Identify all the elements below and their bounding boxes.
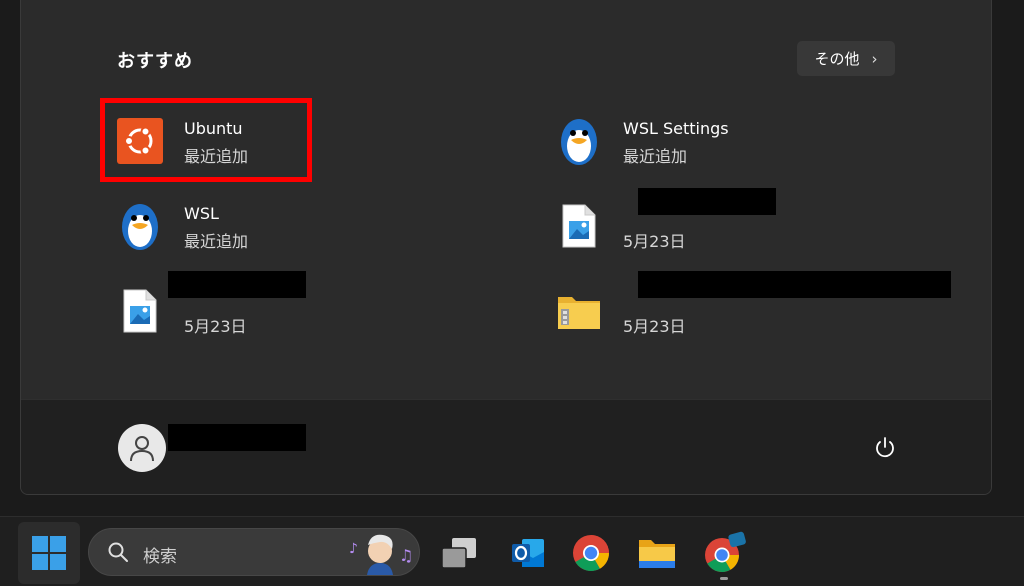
recommended-item-wsl-settings[interactable]: WSL Settings 最近追加 (538, 101, 958, 181)
recommended-item-wsl[interactable]: WSL 最近追加 (99, 186, 519, 266)
outlook-icon[interactable] (500, 525, 556, 581)
recommended-section: おすすめ その他 › Ubuntu 最近追加 WSL Settings 最近追加… (21, 0, 991, 399)
search-placeholder: 検索 (143, 547, 177, 567)
search-highlight-illustration-icon: ♪ ♫ (347, 531, 417, 575)
task-view-icon[interactable] (431, 525, 487, 581)
windows-start-icon[interactable] (18, 522, 80, 584)
file-explorer-icon[interactable] (629, 525, 685, 581)
start-menu: おすすめ その他 › Ubuntu 最近追加 WSL Settings 最近追加… (20, 0, 992, 495)
item-subtitle: 最近追加 (623, 147, 688, 166)
highlight-box (100, 98, 312, 182)
taskbar-search[interactable]: 検索 ♪ ♫ (88, 528, 420, 576)
item-subtitle: 5月23日 (623, 317, 686, 336)
item-subtitle: 5月23日 (184, 317, 247, 336)
chrome-icon[interactable] (563, 525, 619, 581)
chevron-right-icon: › (871, 49, 878, 68)
item-title: WSL (184, 204, 219, 223)
redacted-title (638, 271, 951, 298)
chrome-dev-icon[interactable] (696, 525, 752, 581)
redacted-title (168, 271, 306, 298)
zip-folder-icon (556, 287, 602, 335)
item-subtitle: 5月23日 (623, 232, 686, 251)
recommended-header: おすすめ (117, 51, 193, 72)
search-icon (107, 541, 129, 567)
recommended-item-zip-folder[interactable]: 5月23日 (538, 271, 958, 351)
item-title: WSL Settings (623, 119, 729, 138)
user-avatar-icon[interactable] (118, 424, 166, 472)
svg-text:♪: ♪ (349, 541, 358, 557)
wsl-penguin-icon (117, 202, 163, 250)
redacted-username (168, 424, 306, 451)
wsl-penguin-icon (556, 117, 602, 165)
redacted-title (638, 188, 776, 215)
recommended-item-image-file[interactable]: 5月23日 (538, 186, 958, 266)
power-icon[interactable] (863, 426, 907, 470)
item-subtitle: 最近追加 (184, 232, 249, 251)
svg-text:♫: ♫ (399, 546, 413, 565)
user-bar (21, 399, 991, 494)
taskbar: 検索 ♪ ♫ (0, 516, 1024, 586)
more-button-label: その他 (814, 50, 860, 68)
desktop: おすすめ その他 › Ubuntu 最近追加 WSL Settings 最近追加… (0, 0, 1024, 586)
image-file-icon (556, 202, 602, 250)
recommended-item-image-file[interactable]: 5月23日 (99, 271, 519, 351)
image-file-icon (117, 287, 163, 335)
more-button[interactable]: その他 › (797, 41, 895, 76)
running-indicator (720, 577, 728, 580)
